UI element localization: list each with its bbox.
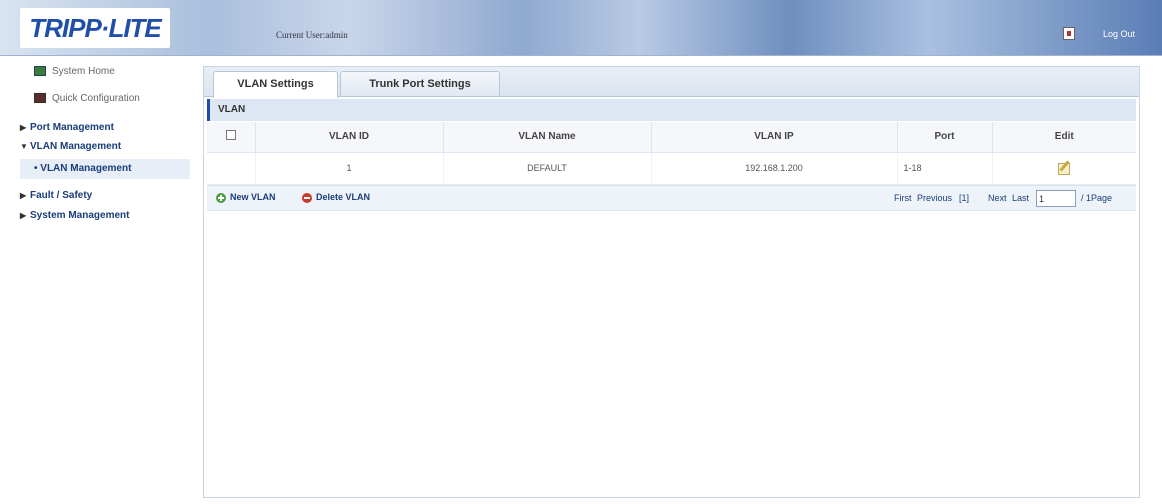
cell-vlan-name: DEFAULT [443, 152, 652, 185]
page-number-input[interactable] [1036, 190, 1076, 207]
top-header: TRIPP·LITE Current User:admin Log Out [0, 0, 1162, 56]
main-panel: VLAN Settings Trunk Port Settings VLAN V… [203, 66, 1140, 498]
current-user-label: Current User:admin [276, 30, 348, 40]
sidebar-item-system-management[interactable]: ▶ System Management [20, 206, 129, 226]
pager-total-pages: / 1Page [1081, 193, 1113, 203]
logout-icon[interactable] [1063, 27, 1075, 40]
sidebar-item-label: VLAN Management [40, 163, 132, 174]
select-all-checkbox[interactable] [225, 130, 236, 141]
pager-current-page: [1] [959, 193, 970, 203]
delete-vlan-button[interactable]: Delete VLAN [302, 192, 370, 203]
tab-trunk-port-settings[interactable]: Trunk Port Settings [340, 71, 500, 96]
edit-icon[interactable] [1057, 160, 1071, 175]
row-select-cell [207, 152, 256, 185]
pager-last-link[interactable]: Last [1012, 193, 1029, 203]
column-header-vlan-id[interactable]: VLAN ID [255, 122, 444, 153]
column-header-vlan-name[interactable]: VLAN Name [443, 122, 652, 153]
expand-arrow-icon: ▶ [20, 123, 27, 132]
pager-next-link[interactable]: Next [988, 193, 1007, 203]
delete-icon [302, 192, 312, 203]
expand-arrow-icon: ▶ [20, 191, 27, 200]
section-title: VLAN [218, 104, 246, 115]
pager-first-link[interactable]: First [894, 193, 912, 203]
tripp-lite-logo: TRIPP·LITE [29, 13, 162, 43]
tab-vlan-settings[interactable]: VLAN Settings [213, 71, 338, 98]
sidebar-item-vlan-management[interactable]: ▼ VLAN Management [20, 137, 121, 157]
expand-arrow-icon: ▶ [20, 211, 27, 220]
pager-previous-link[interactable]: Previous [917, 193, 952, 203]
table-header-row: VLAN ID VLAN Name VLAN IP Port Edit [207, 122, 1136, 153]
logo-container: TRIPP·LITE [20, 8, 170, 48]
sidebar-item-fault-safety[interactable]: ▶ Fault / Safety [20, 186, 92, 206]
quick-config-icon [34, 93, 46, 104]
section-header: VLAN [207, 99, 1136, 121]
cell-port: 1-18 [897, 152, 993, 185]
tab-bar: VLAN Settings Trunk Port Settings [204, 67, 1139, 98]
home-icon [34, 66, 46, 77]
sidebar-item-label: System Home [52, 66, 115, 77]
cell-vlan-id: 1 [255, 152, 444, 185]
cell-edit [992, 152, 1136, 185]
sidebar-item-label: Port Management [30, 122, 114, 133]
table-action-bar: New VLAN Delete VLAN First Previous [1] … [207, 185, 1136, 211]
sidebar: System Home Quick Configuration ▶ Port Ma… [0, 60, 190, 504]
column-header-edit: Edit [992, 122, 1136, 153]
sidebar-item-label: Fault / Safety [30, 190, 93, 201]
sidebar-item-label: VLAN Management [30, 141, 122, 152]
sidebar-item-quick-configuration[interactable]: Quick Configuration [34, 89, 140, 109]
column-header-vlan-ip[interactable]: VLAN IP [651, 122, 898, 153]
cell-vlan-ip: 192.168.1.200 [651, 152, 898, 185]
sidebar-item-label: System Management [30, 210, 130, 221]
logout-link[interactable]: Log Out [1103, 29, 1135, 39]
column-header-port[interactable]: Port [897, 122, 993, 153]
sidebar-item-system-home[interactable]: System Home [34, 62, 115, 82]
vlan-table: VLAN ID VLAN Name VLAN IP Port Edit 1 DE… [207, 122, 1136, 185]
add-icon [216, 192, 226, 203]
collapse-arrow-icon: ▼ [20, 142, 28, 151]
sidebar-item-port-management[interactable]: ▶ Port Management [20, 118, 114, 138]
new-vlan-label: New VLAN [230, 192, 276, 202]
sidebar-item-label: Quick Configuration [52, 93, 140, 104]
new-vlan-button[interactable]: New VLAN [216, 192, 276, 203]
delete-vlan-label: Delete VLAN [316, 192, 371, 202]
table-row: 1 DEFAULT 192.168.1.200 1-18 [207, 152, 1136, 185]
select-all-header [207, 122, 256, 153]
sidebar-subitem-vlan-management[interactable]: • VLAN Management [20, 159, 190, 179]
